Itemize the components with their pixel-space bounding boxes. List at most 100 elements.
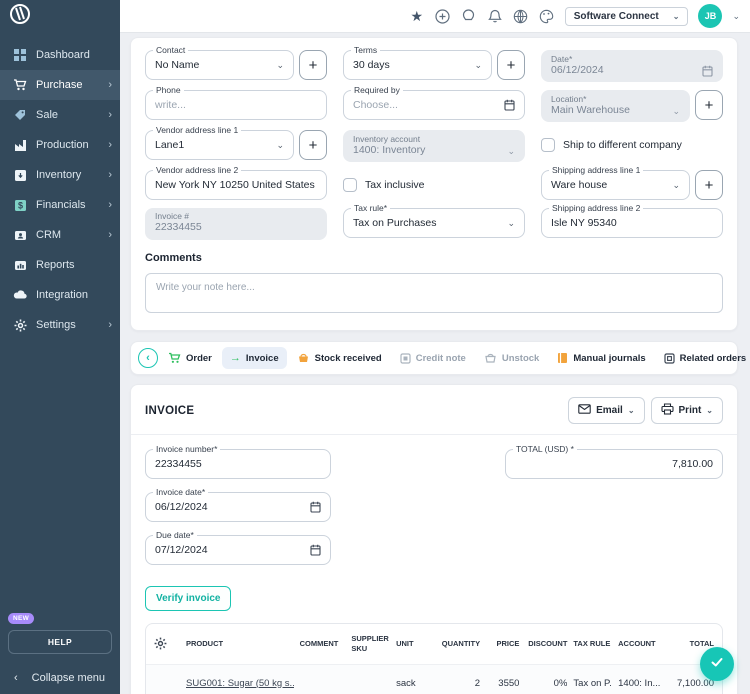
sidebar-item-label: CRM	[36, 229, 61, 241]
chevron-down-icon: ⌄	[628, 406, 635, 415]
sidebar-item-dashboard[interactable]: Dashboard	[0, 40, 120, 70]
add-shipping-address-button[interactable]: +	[695, 170, 723, 200]
sidebar-item-settings[interactable]: Settings ›	[0, 310, 120, 340]
sidebar: Dashboard Purchase › Sale › Production ›…	[0, 0, 120, 694]
envelope-icon	[578, 404, 591, 417]
chevron-right-icon: ›	[108, 319, 112, 331]
due-date-field[interactable]: Due date* 07/12/2024	[145, 535, 331, 565]
tab-manual-journals[interactable]: Manual journals	[549, 347, 653, 369]
tabs-scroll-left-button[interactable]: ‹	[138, 348, 158, 368]
table-settings-gear-icon[interactable]	[154, 637, 180, 650]
shipping-address-1-label: Shipping address line 1	[549, 165, 643, 175]
chevron-down-icon: ⌄	[474, 60, 482, 71]
tab-stock-received[interactable]: Stock received	[289, 347, 390, 369]
date-label: Date*	[551, 54, 713, 64]
brand-logo[interactable]	[0, 0, 120, 26]
due-date-label: Due date*	[153, 530, 197, 540]
tab-order[interactable]: Order	[160, 347, 220, 369]
palette-icon[interactable]	[539, 8, 555, 24]
sidebar-item-integration[interactable]: Integration	[0, 280, 120, 310]
tax-rule-label: Tax rule*	[351, 203, 390, 213]
tax-rule-field[interactable]: Tax rule* Tax on Purchases ⌄	[343, 208, 525, 238]
sidebar-item-production[interactable]: Production ›	[0, 130, 120, 160]
vendor-address-1-field[interactable]: Vendor address line 1 Lane1 ⌄	[145, 130, 294, 160]
shipping-address-2-value: Isle NY 95340	[551, 217, 713, 229]
tax-inclusive-checkbox[interactable]	[343, 178, 357, 192]
tab-credit-note[interactable]: Credit note	[392, 348, 474, 369]
tab-label: Order	[186, 353, 212, 364]
verify-invoice-button[interactable]: Verify invoice	[145, 586, 231, 611]
chevron-down-icon[interactable]: ⌄	[732, 11, 740, 22]
location-value: Main Warehouse	[551, 104, 666, 117]
help-button[interactable]: HELP	[8, 630, 112, 654]
dashboard-icon	[13, 48, 27, 62]
phone-field[interactable]: Phone	[145, 90, 327, 120]
product-cell: SUG001: Sugar (50 kg s...	[186, 678, 294, 689]
chevron-right-icon: ›	[108, 229, 112, 241]
phone-input[interactable]	[155, 99, 317, 111]
required-by-label: Required by	[351, 85, 403, 95]
column-header: ACCOUNT	[618, 639, 662, 649]
shipping-address-2-field[interactable]: Shipping address line 2 Isle NY 95340	[541, 208, 723, 238]
add-location-button[interactable]: +	[695, 90, 723, 120]
company-selector[interactable]: Software Connect ⌄	[565, 7, 689, 26]
discount-cell: 0%	[525, 678, 567, 689]
comments-textarea[interactable]	[145, 273, 723, 313]
add-terms-button[interactable]: +	[497, 50, 525, 80]
factory-icon	[13, 138, 27, 152]
tab-label: Related orders	[680, 353, 747, 364]
tag-icon	[13, 108, 27, 122]
required-by-input[interactable]	[353, 99, 498, 111]
add-vendor-address-button[interactable]: +	[299, 130, 327, 160]
collapse-menu-button[interactable]: ‹ Collapse menu	[8, 672, 112, 684]
dollar-icon: $	[13, 198, 27, 212]
chevron-down-icon: ⌄	[507, 218, 515, 229]
sidebar-item-inventory[interactable]: Inventory ›	[0, 160, 120, 190]
required-by-field[interactable]: Required by	[343, 90, 525, 120]
tab-label: Credit note	[416, 353, 466, 364]
star-icon[interactable]: ★	[409, 8, 425, 24]
contact-field[interactable]: Contact No Name ⌄	[145, 50, 294, 80]
sidebar-item-purchase[interactable]: Purchase ›	[0, 70, 120, 100]
tax-rule-cell: Tax on P...	[573, 678, 612, 689]
due-date-value: 07/12/2024	[155, 544, 304, 556]
sidebar-item-financials[interactable]: $ Financials ›	[0, 190, 120, 220]
tab-related-orders[interactable]: Related orders	[656, 348, 750, 369]
invoice-number-input-field[interactable]: Invoice number* 22334455	[145, 449, 331, 479]
shipping-address-1-field[interactable]: Shipping address line 1 Ware house ⌄	[541, 170, 690, 200]
sidebar-item-sale[interactable]: Sale ›	[0, 100, 120, 130]
brand-logo-icon	[10, 4, 30, 24]
email-button[interactable]: Email ⌄	[568, 397, 644, 424]
print-button-label: Print	[679, 405, 702, 416]
add-circle-icon[interactable]	[435, 8, 451, 24]
sidebar-item-crm[interactable]: CRM ›	[0, 220, 120, 250]
bell-icon[interactable]	[487, 8, 503, 24]
vendor-address-2-value: New York NY 10250 United States	[155, 179, 317, 191]
column-header: UNIT	[396, 639, 428, 649]
sidebar-item-reports[interactable]: Reports	[0, 250, 120, 280]
tab-unstock[interactable]: Unstock	[476, 347, 547, 369]
invoice-date-field[interactable]: Invoice date* 06/12/2024	[145, 492, 331, 522]
vendor-address-2-field[interactable]: Vendor address line 2 New York NY 10250 …	[145, 170, 327, 200]
calendar-icon	[310, 501, 321, 513]
ship-to-different-company-checkbox[interactable]	[541, 138, 555, 152]
globe-icon[interactable]	[513, 8, 529, 24]
line-total-cell: 7,100.00	[668, 678, 714, 689]
terms-field[interactable]: Terms 30 days ⌄	[343, 50, 492, 80]
shipping-address-1-value: Ware house	[551, 179, 666, 191]
product-link[interactable]: SUG001: Sugar (50 kg s...	[186, 678, 294, 689]
company-selector-value: Software Connect	[574, 11, 659, 22]
avatar[interactable]: JB	[698, 4, 722, 28]
print-button[interactable]: Print ⌄	[651, 397, 723, 424]
inventory-box-icon	[13, 168, 27, 182]
lightbulb-icon[interactable]	[461, 8, 477, 24]
invoice-date-value: 06/12/2024	[155, 501, 304, 513]
total-usd-field: TOTAL (USD) * 7,810.00	[505, 449, 723, 479]
column-header: QUANTITY	[434, 639, 480, 649]
add-contact-button[interactable]: +	[299, 50, 327, 80]
tab-invoice[interactable]: → Invoice	[222, 347, 287, 369]
save-confirm-fab[interactable]	[700, 647, 734, 681]
invoice-card: INVOICE Email ⌄ Print ⌄ Invoice number*	[130, 384, 738, 694]
printer-icon	[661, 403, 674, 418]
inventory-account-value: 1400: Inventory	[353, 144, 501, 157]
